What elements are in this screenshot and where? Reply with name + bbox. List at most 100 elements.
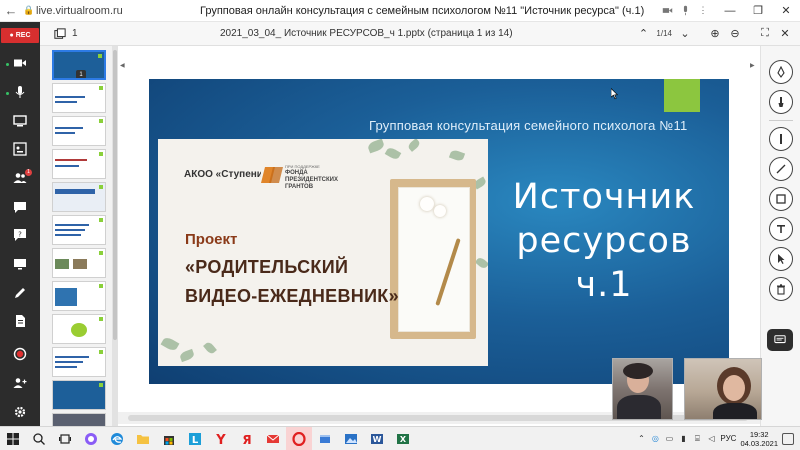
back-arrow-icon[interactable]: ← xyxy=(0,3,22,18)
slide-thumbnail[interactable]: 1 xyxy=(52,50,106,80)
pointer-tool-button[interactable] xyxy=(768,127,793,151)
word-icon: W xyxy=(371,433,383,444)
participant-video[interactable] xyxy=(684,358,762,420)
slide-thumbnail[interactable] xyxy=(52,380,106,410)
photos-app[interactable] xyxy=(338,427,364,450)
minimize-button[interactable]: — xyxy=(716,0,744,22)
zoom-out-icon[interactable]: ⊖ xyxy=(728,27,742,41)
camera-indicator-icon[interactable] xyxy=(660,4,674,18)
rec-indicator[interactable]: ● REC xyxy=(1,28,39,43)
record-button[interactable] xyxy=(0,340,40,369)
settings-button[interactable] xyxy=(0,397,40,426)
notifications-icon[interactable] xyxy=(782,432,794,445)
browser-title-bar: ← 🔒 live.virtualroom.ru Групповая онлайн… xyxy=(0,0,800,22)
l-app[interactable]: L xyxy=(182,427,208,450)
slide-thumbnail[interactable] xyxy=(52,281,106,311)
rectangle-tool-button[interactable] xyxy=(768,187,793,211)
slide-thumbnail[interactable] xyxy=(52,248,106,278)
trash-icon xyxy=(776,284,785,295)
eucalyptus-leaf xyxy=(203,340,217,356)
chat-panel-button[interactable] xyxy=(767,329,793,351)
edge-app[interactable] xyxy=(104,427,130,450)
zoom-in-icon[interactable]: ⊕ xyxy=(708,27,722,41)
tray-skype-icon[interactable]: ◎ xyxy=(650,434,660,444)
participant-hair xyxy=(623,363,653,379)
word-app[interactable]: W xyxy=(364,427,390,450)
page-pane-toggle[interactable]: 1 xyxy=(40,27,220,40)
restore-button[interactable]: ❐ xyxy=(744,0,772,22)
display-button[interactable] xyxy=(0,250,40,279)
close-document-icon[interactable]: ✕ xyxy=(778,27,792,41)
mail-app[interactable] xyxy=(260,427,286,450)
lock-icon[interactable]: 🔒 xyxy=(22,5,36,16)
slide-thumbnail[interactable] xyxy=(52,182,106,212)
y-app[interactable]: Y xyxy=(208,427,234,450)
search-button[interactable] xyxy=(26,427,52,450)
thumbnails-scroll-thumb[interactable] xyxy=(113,50,117,340)
pen-tool-button[interactable] xyxy=(768,60,793,84)
file-explorer-app[interactable] xyxy=(130,427,156,450)
taskbar-clock[interactable]: 19:32 04.03.2021 xyxy=(740,430,778,448)
screen-share-icon xyxy=(13,114,27,127)
toolbar-divider xyxy=(768,120,793,121)
text-tool-button[interactable] xyxy=(768,217,793,241)
scroll-left-arrow-icon[interactable]: ◀ xyxy=(120,62,125,69)
excel-app[interactable]: X xyxy=(390,427,416,450)
cursor-tool-button[interactable] xyxy=(768,247,793,271)
invite-button[interactable] xyxy=(0,369,40,398)
microphone-indicator-icon[interactable] xyxy=(678,4,692,18)
start-button[interactable] xyxy=(0,427,26,450)
draw-button[interactable] xyxy=(0,278,40,307)
slide-thumbnail[interactable] xyxy=(52,83,106,113)
participants-button[interactable]: 1 xyxy=(0,164,40,193)
tray-battery-icon[interactable]: ▮ xyxy=(678,434,688,444)
files-button[interactable] xyxy=(0,307,40,336)
delete-tool-button[interactable] xyxy=(768,277,793,301)
pages-count: 1 xyxy=(72,28,78,39)
slide-thumbnail[interactable] xyxy=(52,314,106,344)
scroll-right-arrow-icon[interactable]: ▶ xyxy=(750,62,755,69)
task-view-button[interactable] xyxy=(52,427,78,450)
previous-page-chevron-icon[interactable]: ⌃ xyxy=(636,27,650,41)
chat-button[interactable] xyxy=(0,192,40,221)
page-navigation: ⌃ 1/14 ⌄ ⊕ ⊖ ⛶ ✕ xyxy=(636,27,800,41)
slide-thumbnail[interactable] xyxy=(52,116,106,146)
camera-button[interactable] xyxy=(0,49,40,78)
close-window-button[interactable]: ✕ xyxy=(772,0,800,22)
pencil-icon xyxy=(15,287,25,298)
more-menu-icon[interactable]: ⋮ xyxy=(696,4,710,18)
address-bar[interactable]: live.virtualroom.ru xyxy=(36,5,166,17)
slide-thumbnail[interactable] xyxy=(52,413,106,426)
next-page-chevron-icon[interactable]: ⌄ xyxy=(678,27,692,41)
tray-chat-icon[interactable]: ▭ xyxy=(664,434,674,444)
organization-name: АКОО «Ступени» xyxy=(184,169,269,180)
presidential-grants-logo-icon xyxy=(261,164,283,186)
fit-to-screen-icon[interactable]: ⛶ xyxy=(758,27,772,41)
tray-network-icon[interactable]: ⌸ xyxy=(692,434,702,444)
store-app[interactable] xyxy=(156,427,182,450)
slide-thumbnail[interactable] xyxy=(52,347,106,377)
yandex-browser-app[interactable]: Я xyxy=(234,427,260,450)
slide-thumbnail[interactable] xyxy=(52,215,106,245)
participant-face xyxy=(723,375,745,401)
input-language[interactable]: РУС xyxy=(720,434,736,443)
participant-body xyxy=(617,395,661,419)
slide-thumbnail[interactable] xyxy=(52,149,106,179)
line-tool-button[interactable] xyxy=(768,157,793,181)
alice-assistant-app[interactable] xyxy=(78,427,104,450)
tray-volume-icon[interactable]: ◁ xyxy=(706,434,716,444)
screen-share-button[interactable] xyxy=(0,106,40,135)
app-window-item[interactable] xyxy=(312,427,338,450)
thumb-line xyxy=(55,259,69,269)
document-file-name: 2021_03_04_ Источник РЕСУРСОВ_ч 1.pptx (… xyxy=(220,28,513,39)
microphone-button[interactable] xyxy=(0,78,40,107)
title-bar-icons: ⋮ xyxy=(660,4,716,18)
eucalyptus-leaf xyxy=(448,148,466,163)
presentation-button[interactable] xyxy=(0,135,40,164)
opera-icon xyxy=(292,431,306,446)
opera-app[interactable] xyxy=(286,426,312,450)
tray-chevron-icon[interactable]: ⌃ xyxy=(636,434,646,444)
brush-tool-button[interactable] xyxy=(768,90,793,114)
questions-button[interactable]: ? xyxy=(0,221,40,250)
participant-video[interactable] xyxy=(612,358,673,420)
